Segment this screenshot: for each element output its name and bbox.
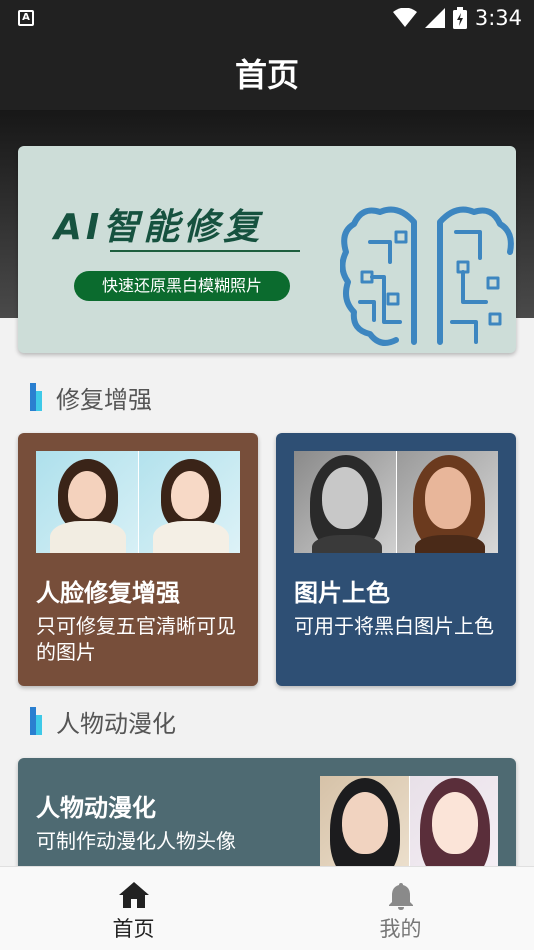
ai-repair-banner[interactable]: AI智能修复 快速还原黑白模糊照片 <box>18 146 516 353</box>
colorize-description: 可用于将黑白图片上色 <box>294 614 494 638</box>
section-label: 修复增强 <box>56 385 152 414</box>
tab-home-label: 首页 <box>112 917 155 941</box>
banner-divider <box>110 250 300 252</box>
section-header-cartoon: 人物动漫化 <box>30 706 176 738</box>
colorize-thumbnail <box>294 451 498 553</box>
clock-time: 3:34 <box>474 6 522 30</box>
anime-card[interactable]: 人物动漫化 可制作动漫化人物头像 <box>18 758 516 866</box>
wifi-icon <box>392 8 417 27</box>
banner-headline: AI智能修复 <box>54 207 264 248</box>
circuit-brain-icon <box>340 206 514 346</box>
bell-icon <box>388 883 413 910</box>
face-repair-card[interactable]: 人脸修复增强 只可修复五官清晰可见的图片 <box>18 433 258 686</box>
tab-mine-label: 我的 <box>379 917 422 941</box>
banner-tagline-pill: 快速还原黑白模糊照片 <box>74 271 290 301</box>
section-header-repair: 修复增强 <box>30 382 152 414</box>
tab-home[interactable]: 首页 <box>0 867 267 950</box>
section-accent-icon <box>30 707 44 735</box>
anime-thumbnail <box>320 776 498 866</box>
face-repair-title: 人脸修复增强 <box>36 579 180 607</box>
page-title: 首页 <box>234 56 299 94</box>
colorize-card[interactable]: 图片上色 可用于将黑白图片上色 <box>276 433 516 686</box>
bottom-navigation: 首页 我的 <box>0 866 534 950</box>
face-repair-description: 只可修复五官清晰可见的图片 <box>36 614 236 664</box>
face-repair-thumbnail <box>36 451 240 553</box>
section-accent-icon <box>30 383 44 411</box>
app-bar: 首页 <box>0 36 534 110</box>
anime-title: 人物动漫化 <box>36 794 156 822</box>
status-bar: A 3:34 <box>0 0 534 36</box>
signal-icon <box>424 8 445 28</box>
tab-mine[interactable]: 我的 <box>267 867 534 950</box>
battery-icon <box>452 7 467 29</box>
section-label: 人物动漫化 <box>56 709 176 738</box>
home-content[interactable]: AI智能修复 快速还原黑白模糊照片 修复增强 人脸修复增强 只可修复五官清晰可见… <box>0 110 534 866</box>
notification-a-icon: A <box>18 10 34 26</box>
anime-description: 可制作动漫化人物头像 <box>36 829 236 853</box>
colorize-title: 图片上色 <box>294 579 390 607</box>
home-icon <box>118 882 149 908</box>
